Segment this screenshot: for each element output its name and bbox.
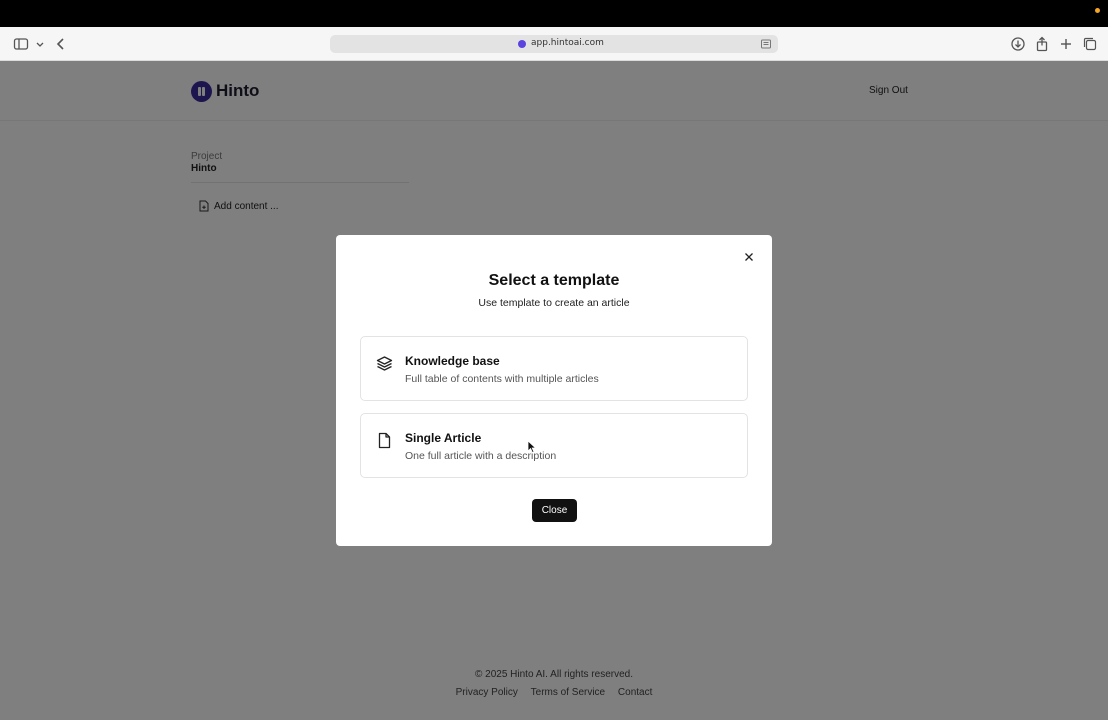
close-icon[interactable]: [743, 251, 755, 263]
template-modal: Select a template Use template to create…: [336, 235, 772, 546]
address-url: app.hintoai.com: [531, 38, 604, 48]
new-tab-icon[interactable]: [1058, 36, 1074, 52]
file-icon: [376, 432, 393, 449]
share-icon[interactable]: [1034, 36, 1050, 52]
back-arrow-icon[interactable]: [53, 36, 69, 52]
site-favicon-icon: [518, 40, 526, 48]
option-title: Single Article: [405, 431, 482, 445]
tab-overview-icon[interactable]: [1082, 36, 1098, 52]
option-description: Full table of contents with multiple art…: [405, 373, 599, 385]
layers-icon: [376, 355, 393, 372]
system-menu-bar: [0, 0, 1108, 27]
modal-subtitle: Use template to create an article: [478, 297, 630, 309]
template-option-knowledge-base[interactable]: Knowledge base Full table of contents wi…: [360, 336, 748, 401]
template-option-single-article[interactable]: Single Article One full article with a d…: [360, 413, 748, 478]
close-button[interactable]: Close: [532, 499, 577, 522]
option-title: Knowledge base: [405, 354, 500, 368]
chevron-down-icon[interactable]: [32, 36, 44, 52]
download-icon[interactable]: [1010, 36, 1026, 52]
modal-title: Select a template: [488, 272, 620, 289]
address-bar[interactable]: app.hintoai.com: [330, 35, 778, 53]
sidebar-toggle-icon[interactable]: [13, 36, 29, 52]
mouse-cursor-icon: [527, 440, 537, 454]
recording-indicator-icon: [1095, 8, 1100, 13]
reader-mode-icon[interactable]: [760, 38, 772, 50]
browser-toolbar: app.hintoai.com: [0, 27, 1108, 61]
